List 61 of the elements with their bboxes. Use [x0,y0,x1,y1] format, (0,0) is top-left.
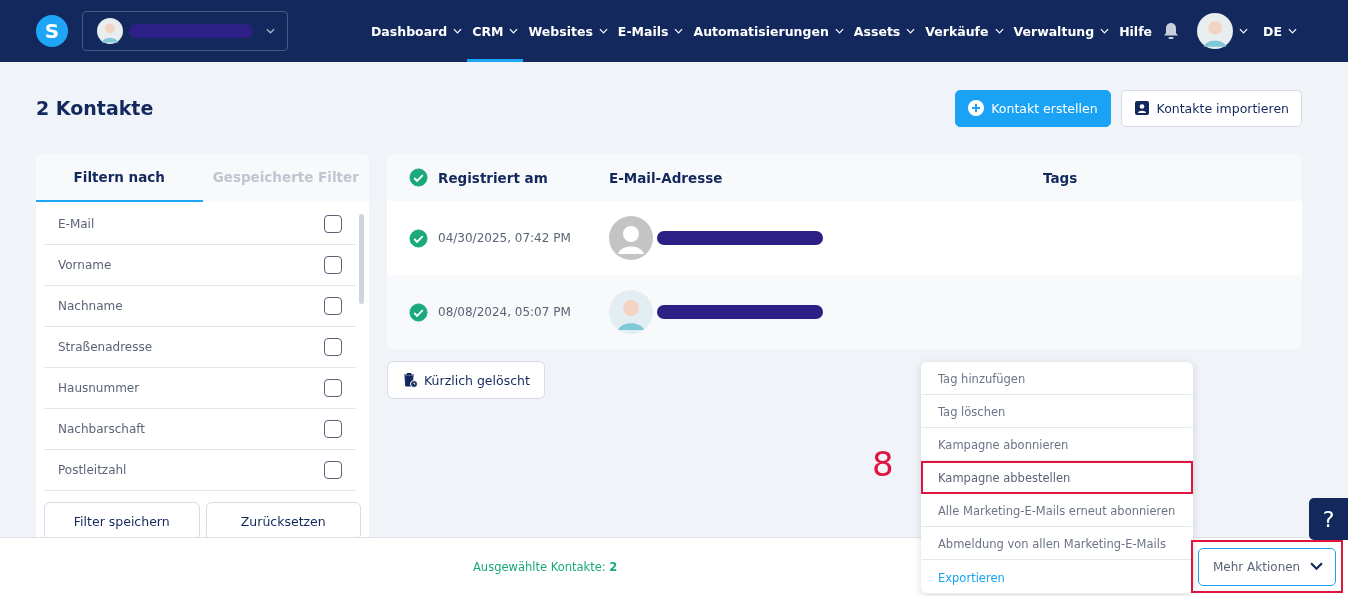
nav-menu-item[interactable]: Dashboard [366,0,468,62]
filter-field-label: Nachname [58,298,123,313]
avatar-icon [97,18,123,44]
menu-item[interactable]: Tag hinzufügen [921,362,1193,395]
nav-menu-item[interactable]: Assets [848,0,921,62]
chevron-down-icon[interactable] [1239,28,1249,34]
nav-menu-item[interactable]: E-Mails [612,0,689,62]
menu-item[interactable]: Alle Marketing-E-Mails erneut abonnieren [921,494,1193,527]
contact-card-icon [1133,100,1150,116]
avatar-placeholder-icon [609,216,653,260]
checkbox[interactable] [324,214,342,233]
row-check-icon[interactable] [409,228,428,248]
menu-item[interactable]: Kampagne abbestellen [921,461,1193,494]
help-button[interactable]: ? [1309,498,1348,540]
filter-field-label: Hausnummer [58,380,140,395]
filter-field-label: Straßenadresse [58,339,153,354]
plus-circle-icon [968,100,985,116]
chevron-down-icon [266,28,275,34]
account-switcher[interactable] [82,11,288,51]
checkbox[interactable] [324,255,342,274]
step-number-annotation: 8 [872,444,894,484]
column-header: E-Mail-Adresse [609,169,723,186]
page-title: 2 Kontakte [36,97,154,119]
import-contacts-button[interactable]: Kontakte importieren [1120,89,1302,127]
save-filter-button[interactable]: Filter speichern [44,502,200,540]
avatar-icon [609,290,653,334]
filter-field-label: Nachbarschaft [58,421,145,436]
column-header: Registriert am [438,169,548,186]
column-header: Tags [1043,169,1078,186]
select-all-check-icon[interactable] [409,168,428,187]
checkbox[interactable] [324,296,342,315]
checkbox[interactable] [324,337,342,356]
menu-item[interactable]: Kampagne abonnieren [921,428,1193,461]
selected-contacts-count: Ausgewählte Kontakte: 2 [473,560,618,574]
language-selector[interactable]: DE [1258,0,1302,62]
chevron-down-icon [1310,562,1323,571]
recently-deleted-button[interactable]: Kürzlich gelöscht [387,361,545,399]
nav-menu-item[interactable]: Websites [523,0,613,62]
checkbox[interactable] [324,460,342,479]
filter-field-label: Postleitzahl [58,462,127,477]
nav-menu-item[interactable]: Verkäufe [920,0,1009,62]
filter-tab[interactable]: Filtern nach [36,154,203,202]
menu-item[interactable]: Abmeldung von allen Marketing-E-Mails [921,527,1193,560]
filter-field-label: Vorname [58,257,112,272]
nav-menu-item[interactable]: Hilfe [1114,0,1158,62]
checkbox[interactable] [324,419,342,438]
checkbox[interactable] [324,378,342,397]
user-avatar-icon[interactable] [1197,13,1234,49]
registration-date: 08/08/2024, 05:07 PM [438,305,571,319]
registration-date: 04/30/2025, 07:42 PM [438,231,571,245]
more-actions-button[interactable]: Mehr Aktionen [1198,547,1336,586]
chevron-down-icon [1288,28,1297,34]
reset-button[interactable]: Zurücksetzen [205,502,361,540]
nav-menu-item[interactable]: Automatisierungen [688,0,849,62]
menu-item[interactable]: Tag löschen [921,395,1193,428]
row-check-icon[interactable] [409,302,428,322]
nav-menu-item[interactable]: CRM [467,0,524,62]
bell-icon[interactable] [1163,22,1180,40]
filter-field-label: E-Mail [58,216,95,231]
nav-menu-item[interactable]: Verwaltung [1008,0,1115,62]
trash-clock-icon [402,372,418,388]
